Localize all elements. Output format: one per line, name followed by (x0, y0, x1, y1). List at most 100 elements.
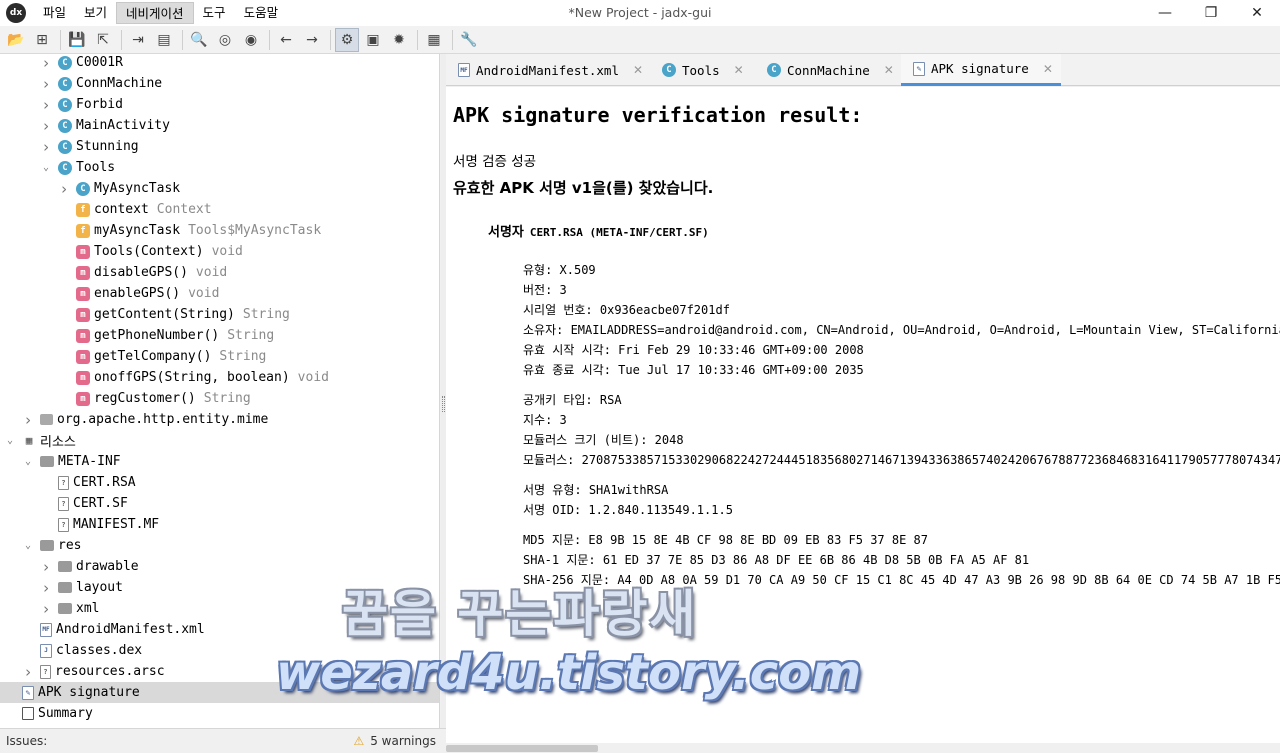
menu-item-2[interactable]: 보기 (75, 2, 116, 24)
toolbar-separator (182, 29, 183, 50)
tree-node-type: void (195, 265, 228, 280)
tree-node-label: res (58, 538, 82, 553)
signature-result-title: APK signature verification result: (453, 103, 863, 127)
signer-label: 서명자 (488, 225, 524, 240)
flatten-packages-icon[interactable]: ▤ (152, 28, 176, 52)
signature-detail-line: SHA-1 지문: 61 ED 37 7E 85 D3 86 A8 DF EE … (523, 553, 1030, 567)
menu-bar: 파일 보기 네비게이션 도구 도움말 (34, 0, 287, 26)
save-icon[interactable]: 💾 (65, 28, 89, 52)
log-icon[interactable]: ▦ (422, 28, 446, 52)
splitter-grip[interactable] (442, 396, 445, 412)
tree-node[interactable]: m disableGPS() void (0, 262, 439, 283)
tree-node[interactable]: Summary (0, 703, 439, 724)
search-icon[interactable]: 🔍 (187, 28, 211, 52)
tree-node[interactable]: f myAsyncTask Tools$MyAsyncTask (0, 220, 439, 241)
close-tab-icon[interactable]: ✕ (884, 63, 894, 77)
chevron-right-icon[interactable]: › (22, 663, 34, 681)
tree-node-label: getPhoneNumber() (94, 328, 220, 343)
find-class-icon[interactable]: ◎ (213, 28, 237, 52)
tree-node[interactable]: › C MyAsyncTask (0, 178, 439, 199)
restore-icon[interactable]: ❐ (1188, 0, 1234, 26)
tree-node[interactable]: › org.apache.http.entity.mime (0, 409, 439, 430)
warnings-indicator[interactable]: ⚠ 5 warnings (353, 734, 436, 748)
log-viewer-icon[interactable]: ▣ (361, 28, 385, 52)
tree-node[interactable]: m getContent(String) String (0, 304, 439, 325)
scroll-thumb[interactable] (446, 745, 598, 752)
chevron-right-icon[interactable]: › (40, 75, 52, 93)
chevron-right-icon[interactable]: › (40, 138, 52, 156)
tree-node[interactable]: ? CERT.SF (0, 493, 439, 514)
tab-tools[interactable]: C Tools ✕ (650, 54, 755, 86)
chevron-right-icon[interactable]: › (40, 579, 52, 597)
method-icon: m (76, 286, 90, 301)
tree-node[interactable]: m getPhoneNumber() String (0, 325, 439, 346)
horizontal-scrollbar[interactable] (446, 743, 1280, 753)
tree-node[interactable]: m onoffGPS(String, boolean) void (0, 367, 439, 388)
chevron-right-icon[interactable]: › (40, 558, 52, 576)
manifest-file-icon: MF (458, 63, 470, 77)
tree-node[interactable]: m enableGPS() void (0, 283, 439, 304)
debugger-bug-icon[interactable]: ✹ (387, 28, 411, 52)
open-folder-icon[interactable]: 📂 (4, 28, 28, 52)
close-tab-icon[interactable]: ✕ (734, 63, 744, 77)
folder-icon (58, 603, 72, 614)
tree-node[interactable]: ⌄ C Tools (0, 157, 439, 178)
tree-node-label: CERT.SF (73, 496, 128, 511)
tree-node[interactable]: f context Context (0, 199, 439, 220)
chevron-right-icon[interactable]: › (22, 411, 34, 429)
tree-node-label: Tools(Context) (94, 244, 204, 259)
no-arrow (58, 351, 70, 363)
toolbar-separator (60, 29, 61, 50)
tree-node[interactable]: › C C0001R (0, 54, 439, 73)
tree-node[interactable]: › C MainActivity (0, 115, 439, 136)
tree-node-label: onoffGPS(String, boolean) (94, 370, 290, 385)
method-icon: m (76, 244, 90, 259)
chevron-down-icon[interactable]: ⌄ (22, 456, 34, 468)
forward-arrow-icon[interactable]: → (300, 28, 324, 52)
tree-node[interactable]: m getTelCompany() String (0, 346, 439, 367)
close-window-icon[interactable]: ✕ (1234, 0, 1280, 26)
tree-node[interactable]: › C ConnMachine (0, 73, 439, 94)
export-icon[interactable]: ⇱ (91, 28, 115, 52)
menu-item-4[interactable]: 도구 (194, 2, 235, 24)
tab-connmachine[interactable]: C ConnMachine ✕ (755, 54, 901, 86)
menu-item-3[interactable]: 네비게이션 (116, 2, 194, 24)
tree-node[interactable]: ⌄ res (0, 535, 439, 556)
chevron-right-icon[interactable]: › (40, 96, 52, 114)
chevron-right-icon[interactable]: › (58, 180, 70, 198)
tab-apk-signature[interactable]: ✎ APK signature ✕ (901, 54, 1061, 86)
find-usage-icon[interactable]: ◉ (239, 28, 263, 52)
minimize-icon[interactable]: — (1142, 0, 1188, 26)
menu-item-5[interactable]: 도움말 (235, 2, 288, 24)
no-arrow (58, 204, 70, 216)
chevron-right-icon[interactable]: › (40, 600, 52, 618)
verification-status: 서명 검증 성공 (453, 154, 537, 170)
tree-node-label: MANIFEST.MF (73, 517, 160, 532)
folder-icon (58, 561, 72, 572)
tree-node[interactable]: m Tools(Context) void (0, 241, 439, 262)
deobfuscation-icon[interactable]: ⚙ (335, 27, 359, 52)
close-tab-icon[interactable]: ✕ (1043, 62, 1053, 76)
close-tab-icon[interactable]: ✕ (633, 63, 643, 77)
signature-detail-line: 모듈러스 크기 (비트): 2048 (523, 433, 684, 447)
back-arrow-icon[interactable]: ← (274, 28, 298, 52)
tree-node[interactable]: ? MANIFEST.MF (0, 514, 439, 535)
chevron-right-icon[interactable]: › (40, 54, 52, 72)
chevron-down-icon[interactable]: ⌄ (4, 435, 16, 447)
tree-node[interactable]: ⌄ META-INF (0, 451, 439, 472)
preferences-wrench-icon[interactable]: 🔧 (457, 28, 481, 52)
tree-node[interactable]: ⌄ ▦ 리소스 (0, 430, 439, 451)
chevron-right-icon[interactable]: › (40, 117, 52, 135)
chevron-down-icon[interactable]: ⌄ (40, 162, 52, 174)
tree-node[interactable]: ? CERT.RSA (0, 472, 439, 493)
menu-item-1[interactable]: 파일 (34, 2, 75, 24)
chevron-down-icon[interactable]: ⌄ (22, 540, 34, 552)
tree-node[interactable]: m regCustomer() String (0, 388, 439, 409)
tab-androidmanifest-xml[interactable]: MF AndroidManifest.xml ✕ (446, 54, 650, 86)
sync-tree-icon[interactable]: ⇥ (126, 28, 150, 52)
class-icon: C (58, 97, 72, 112)
add-files-icon[interactable]: ⊞ (30, 28, 54, 52)
tree-node[interactable]: › C Forbid (0, 94, 439, 115)
tree-node[interactable]: › C Stunning (0, 136, 439, 157)
no-arrow (58, 372, 70, 384)
